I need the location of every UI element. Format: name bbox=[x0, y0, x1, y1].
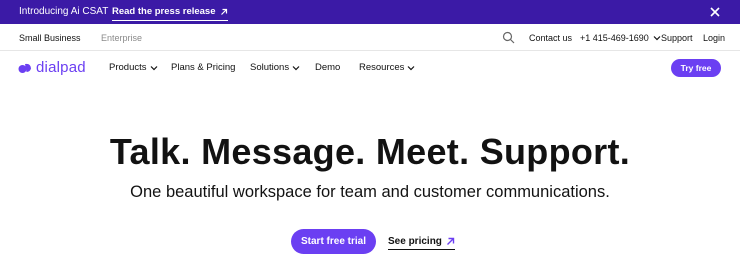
announcement-banner: Introducing Ai CSAT Read the press relea… bbox=[0, 0, 740, 24]
logo-text: dialpad bbox=[36, 59, 86, 76]
nav-solutions-label: Solutions bbox=[250, 62, 290, 73]
dialpad-logo-icon bbox=[18, 63, 31, 73]
nav-resources[interactable]: Resources bbox=[359, 62, 415, 74]
chevron-down-icon bbox=[150, 66, 157, 71]
chevron-down-icon bbox=[653, 36, 661, 41]
support-link[interactable]: Support bbox=[661, 32, 693, 44]
see-pricing-label: See pricing bbox=[388, 236, 442, 247]
phone-number: +1 415-469-1690 bbox=[580, 33, 649, 43]
see-pricing-link[interactable]: See pricing bbox=[388, 235, 455, 250]
nav-products-label: Products bbox=[109, 62, 147, 73]
chevron-down-icon bbox=[292, 66, 300, 71]
search-icon[interactable] bbox=[502, 31, 515, 44]
nav-products[interactable]: Products bbox=[109, 62, 158, 74]
nav-resources-label: Resources bbox=[359, 62, 405, 73]
utility-bar: Small Business Enterprise Contact us +1 … bbox=[0, 24, 740, 51]
nav-plans-pricing-label: Plans & Pricing bbox=[171, 62, 236, 73]
close-icon[interactable] bbox=[708, 5, 722, 19]
nav-plans-pricing[interactable]: Plans & Pricing bbox=[171, 62, 235, 74]
banner-text: Introducing Ai CSAT bbox=[19, 6, 109, 17]
small-business-link[interactable]: Small Business bbox=[19, 32, 81, 44]
nav-demo-label: Demo bbox=[315, 62, 341, 73]
hero-subtitle: One beautiful workspace for team and cus… bbox=[130, 183, 610, 201]
enterprise-link[interactable]: Enterprise bbox=[101, 32, 142, 44]
press-release-link[interactable]: Read the press release bbox=[112, 5, 228, 21]
arrow-up-right-icon bbox=[446, 237, 455, 245]
nav-solutions[interactable]: Solutions bbox=[250, 62, 300, 74]
try-free-button[interactable]: Try free bbox=[671, 59, 721, 77]
chevron-down-icon bbox=[407, 66, 415, 71]
login-link[interactable]: Login bbox=[703, 32, 725, 44]
arrow-up-right-icon bbox=[220, 8, 227, 15]
contact-us-link[interactable]: Contact us bbox=[529, 32, 572, 44]
hero-title: Talk. Message. Meet. Support. bbox=[109, 131, 631, 172]
start-free-trial-button[interactable]: Start free trial bbox=[291, 229, 376, 254]
press-release-link-label: Read the press release bbox=[112, 6, 216, 17]
nav-demo[interactable]: Demo bbox=[315, 62, 340, 74]
phone-dropdown[interactable]: +1 415-469-1690 bbox=[580, 32, 661, 44]
main-nav: dialpad Products Plans & Pricing Solutio… bbox=[0, 51, 740, 85]
dialpad-logo[interactable]: dialpad bbox=[18, 60, 86, 76]
